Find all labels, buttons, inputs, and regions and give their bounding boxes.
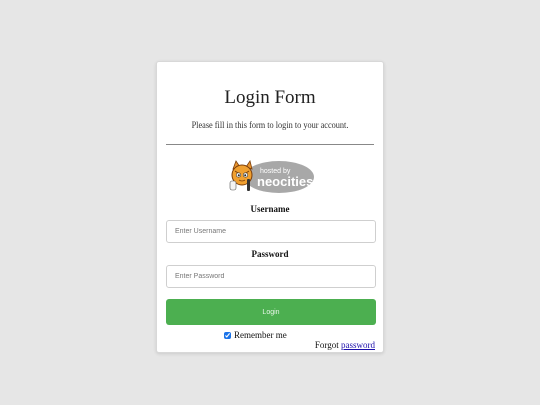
username-label: Username xyxy=(250,204,290,214)
forgot-password: Forgot password xyxy=(315,340,375,350)
forgot-prefix: Forgot xyxy=(314,340,339,350)
password-input[interactable] xyxy=(166,265,376,288)
badge-line2: neocities xyxy=(257,174,313,189)
cat-icon xyxy=(229,160,253,191)
remember-me[interactable]: Remember me xyxy=(224,330,287,340)
form-title: Login Form xyxy=(224,87,316,108)
password-label: Password xyxy=(251,249,289,259)
forgot-password-link[interactable]: password xyxy=(341,340,375,350)
login-card: Login Form Please fill in this form to l… xyxy=(156,61,384,353)
form-subtitle: Please fill in this form to login to you… xyxy=(191,120,349,130)
divider xyxy=(166,144,374,145)
remember-checkbox[interactable] xyxy=(224,331,231,339)
login-button[interactable]: Login xyxy=(166,299,376,325)
neocities-logo[interactable]: hosted by neocities xyxy=(227,157,315,195)
remember-label: Remember me xyxy=(234,330,287,340)
username-input[interactable] xyxy=(166,220,376,243)
